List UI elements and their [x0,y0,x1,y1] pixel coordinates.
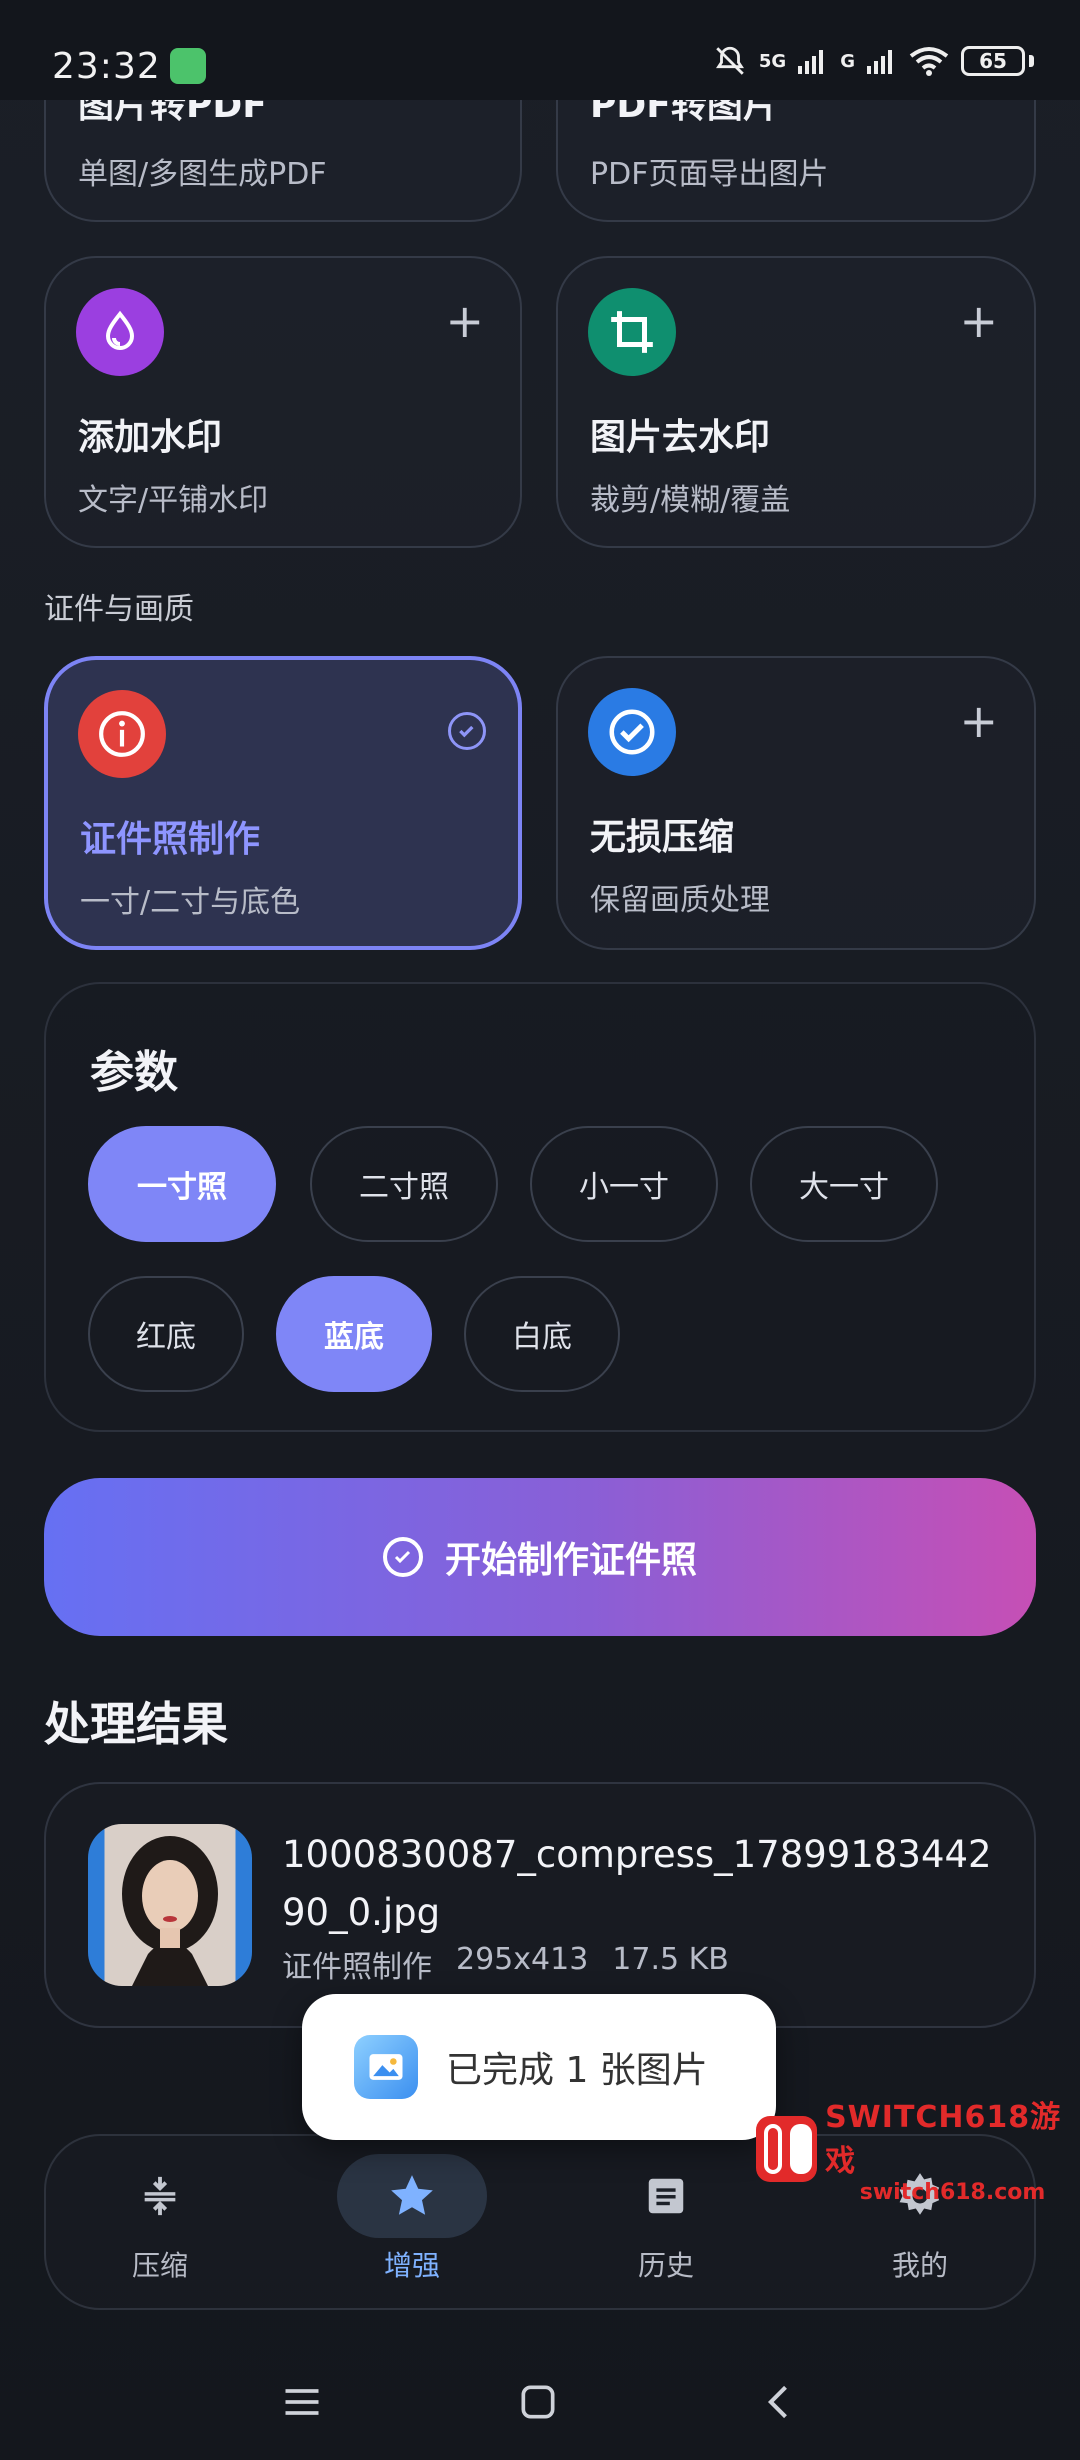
chip-bg-red[interactable]: 红底 [88,1276,244,1392]
status-bar: 23:32 5G G 65 [0,0,1080,100]
result-meta: 证件照制作 295x413 17.5 KB [282,1942,729,1986]
result-dimensions: 295x413 [456,1942,589,1977]
card-subtitle: 文字/平铺水印 [78,483,269,518]
result-thumbnail [88,1824,252,1986]
watermark-text: SWITCH618游戏 switch618.com [825,2092,1080,2205]
signal-icon [798,50,824,74]
nav-label: 历史 [637,2249,694,2282]
card-title: 证件照制作 [80,819,261,860]
nav-item-compress[interactable]: 压缩 [60,2154,260,2294]
selected-check-icon [448,712,486,750]
tool-card-lossless-compress[interactable]: + 无损压缩 保留画质处理 [556,656,1036,950]
water-drop-icon [76,288,164,376]
nav-item-enhance[interactable]: 增强 [312,2154,512,2294]
toast: 已完成 1 张图片 [302,1994,776,2140]
card-subtitle: 裁剪/模糊/覆盖 [590,483,791,518]
tool-card-add-watermark[interactable]: + 添加水印 文字/平铺水印 [44,256,522,548]
result-file-name: 1000830087_compress_1789918344290_0.jpg [282,1833,992,1934]
battery-level: 65 [979,49,1007,73]
card-title: 无损压缩 [590,817,735,858]
start-id-photo-button[interactable]: 开始制作证件照 [44,1478,1036,1636]
results-title: 处理结果 [44,1697,228,1751]
nav-label: 增强 [383,2249,440,2282]
card-subtitle: 一寸/二寸与底色 [80,885,301,920]
signal-icon-2 [867,50,892,74]
toast-text: 已完成 1 张图片 [446,2050,708,2091]
start-button-label: 开始制作证件照 [444,1540,697,1581]
params-title: 参数 [90,1047,178,1098]
card-title: 图片去水印 [590,417,771,458]
add-icon[interactable]: + [959,698,998,744]
battery-icon: 65 [961,46,1025,76]
status-icons: 5G G 65 [713,44,1034,78]
back-icon[interactable] [758,2380,802,2428]
add-icon[interactable]: + [959,298,998,344]
tool-card-id-photo[interactable]: 证件照制作 一寸/二寸与底色 [44,656,522,950]
card-subtitle: PDF页面导出图片 [590,157,829,192]
android-notification-icon [170,48,206,84]
system-nav-bar [0,2330,1080,2460]
result-item[interactable]: 1000830087_compress_1789918344290_0.jpg … [44,1782,1036,2028]
card-subtitle: 单图/多图生成PDF [78,157,327,192]
wifi-icon [909,47,949,76]
star-icon [337,2154,487,2238]
document-icon [591,2154,741,2238]
chip-size-large-1inch[interactable]: 大一寸 [750,1126,938,1242]
battery-tip [1029,55,1034,67]
params-panel: 参数 一寸照 二寸照 小一寸 大一寸 红底 蓝底 白底 [44,982,1036,1432]
chip-size-2inch[interactable]: 二寸照 [310,1126,498,1242]
add-icon[interactable]: + [445,298,484,344]
check-circle-icon [588,688,676,776]
crop-icon [588,288,676,376]
compress-icon [85,2154,235,2238]
network-5g-label: 5G [758,50,787,72]
nav-label: 压缩 [131,2249,188,2282]
nav-label: 我的 [891,2249,948,2282]
chip-size-small-1inch[interactable]: 小一寸 [530,1126,718,1242]
result-type: 证件照制作 [282,1950,432,1985]
chip-bg-white[interactable]: 白底 [464,1276,620,1392]
site-watermark: SWITCH618游戏 switch618.com [756,2092,1080,2205]
network-g-label: G [840,50,855,72]
card-title: 添加水印 [78,417,223,458]
chip-bg-blue[interactable]: 蓝底 [276,1276,432,1392]
status-time: 23:32 [52,46,161,87]
watermark-line2: switch618.com [859,2180,1046,2205]
watermark-line1: SWITCH618游戏 [825,2100,1062,2179]
tool-card-remove-watermark[interactable]: + 图片去水印 裁剪/模糊/覆盖 [556,256,1036,548]
nav-item-history[interactable]: 历史 [566,2154,766,2294]
bell-off-icon [715,46,744,75]
result-size: 17.5 KB [612,1942,729,1977]
menu-icon[interactable] [280,2380,324,2428]
gallery-icon [354,2035,418,2099]
card-subtitle: 保留画质处理 [590,883,770,918]
check-circle-icon [382,1537,423,1577]
chip-size-1inch[interactable]: 一寸照 [88,1126,276,1242]
info-icon [78,690,166,778]
switch-logo-icon [756,2115,818,2182]
home-icon[interactable] [516,2380,560,2428]
section-label: 证件与画质 [44,592,194,627]
